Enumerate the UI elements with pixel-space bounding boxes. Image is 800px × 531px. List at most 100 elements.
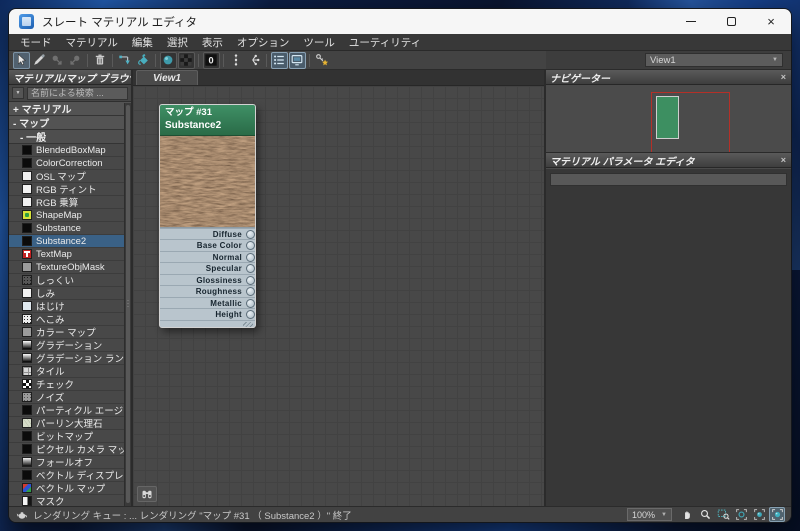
- browser-item-22[interactable]: ビットマップ: [9, 430, 124, 443]
- layout-all-vertical-button[interactable]: [228, 52, 245, 69]
- select-tool-button[interactable]: [12, 51, 30, 69]
- output-connector[interactable]: [246, 287, 255, 297]
- browser-item-26[interactable]: ベクトル マップ: [9, 482, 124, 495]
- browser-item-8[interactable]: TextMap: [9, 248, 124, 261]
- browser-item-20[interactable]: パーティクル エージ: [9, 404, 124, 417]
- output-connector[interactable]: [246, 298, 255, 308]
- browser-group-materials[interactable]: + マテリアル: [9, 102, 131, 116]
- substance2-map-node[interactable]: マップ #31 Substance2 Diffuse Base Color No…: [159, 104, 256, 328]
- output-connector[interactable]: [246, 275, 255, 285]
- search-input[interactable]: [27, 86, 128, 100]
- browser-item-15[interactable]: グラデーション: [9, 339, 124, 352]
- browser-item-11[interactable]: しみ: [9, 287, 124, 300]
- browser-item-13[interactable]: へこみ: [9, 313, 124, 326]
- menu-item-0[interactable]: モード: [13, 33, 59, 52]
- show-standard-map-in-viewport-button[interactable]: 0: [202, 51, 220, 69]
- close-button[interactable]: ×: [751, 9, 791, 34]
- browser-item-1[interactable]: ColorCorrection: [9, 157, 124, 170]
- output-connector[interactable]: [246, 241, 255, 251]
- browser-item-19[interactable]: ノイズ: [9, 391, 124, 404]
- pan-tool-button[interactable]: [679, 507, 695, 522]
- zoom-extents-all-button[interactable]: [769, 507, 785, 522]
- browser-item-16[interactable]: グラデーション ランプ: [9, 352, 124, 365]
- menu-item-6[interactable]: ツール: [296, 33, 342, 52]
- browser-item-27[interactable]: マスク: [9, 495, 124, 506]
- window-title: スレート マテリアル エディタ: [42, 16, 197, 29]
- zoom-level-dropdown[interactable]: 100% ▼: [627, 508, 672, 521]
- browser-item-9[interactable]: TextureObjMask: [9, 261, 124, 274]
- zoom-region-button[interactable]: [715, 507, 731, 522]
- browser-scrollbar[interactable]: [124, 103, 131, 506]
- parameter-editor-toggle-button[interactable]: [288, 51, 306, 69]
- browser-item-4[interactable]: RGB 乗算: [9, 196, 124, 209]
- zoom-extents-selected-button[interactable]: [751, 507, 767, 522]
- browser-group-general[interactable]: - 一般: [9, 130, 131, 144]
- show-background-button[interactable]: [177, 51, 195, 69]
- select-by-material-button[interactable]: [314, 52, 331, 69]
- browser-item-23[interactable]: ピクセル カメラ マップ: [9, 443, 124, 456]
- param-editor-close-icon[interactable]: ×: [780, 155, 787, 165]
- browser-item-17[interactable]: タイル: [9, 365, 124, 378]
- minimize-icon: [686, 21, 696, 22]
- node-output-slot: Glossiness: [160, 273, 255, 286]
- output-connector[interactable]: [246, 229, 255, 239]
- node-header[interactable]: マップ #31 Substance2: [160, 105, 255, 136]
- navigator-content[interactable]: [546, 85, 791, 153]
- browser-item-24[interactable]: フォールオフ: [9, 456, 124, 469]
- browser-item-6[interactable]: Substance: [9, 222, 124, 235]
- browser-item-12[interactable]: はじけ: [9, 300, 124, 313]
- browser-item-2[interactable]: OSL マップ: [9, 170, 124, 183]
- zoom-extents-button[interactable]: [733, 507, 749, 522]
- show-shaded-material-in-viewport-button[interactable]: [159, 51, 177, 69]
- layout-children-button[interactable]: [246, 52, 263, 69]
- browser-item-21[interactable]: パーリン大理石: [9, 417, 124, 430]
- move-children-button[interactable]: [117, 52, 134, 69]
- navigator-panel-header[interactable]: ナビゲーター ×: [546, 70, 791, 85]
- output-connector[interactable]: [246, 264, 255, 274]
- hide-unused-nodeslots-button[interactable]: [135, 52, 152, 69]
- slot-label: Metallic: [210, 298, 242, 308]
- output-connector[interactable]: [246, 252, 255, 262]
- title-bar[interactable]: スレート マテリアル エディタ ×: [9, 9, 791, 34]
- black-swatch-icon: [22, 158, 32, 168]
- browser-item-0[interactable]: BlendedBoxMap: [9, 144, 124, 157]
- browser-item-25[interactable]: ベクトル ディスプレイ ...: [9, 469, 124, 482]
- zoom-extents-selected-icon: [753, 508, 766, 521]
- gray-swatch-icon: [22, 262, 32, 272]
- find-node-button[interactable]: [137, 486, 157, 502]
- browser-item-label: カラー マップ: [36, 328, 96, 339]
- param-editor-panel-header[interactable]: マテリアル パラメータ エディタ ×: [546, 153, 791, 168]
- menu-item-3[interactable]: 選択: [160, 33, 195, 52]
- node-output-slot: Roughness: [160, 285, 255, 297]
- pick-material-from-object-button[interactable]: [31, 52, 48, 69]
- menu-item-2[interactable]: 編集: [125, 33, 160, 52]
- browser-group-maps[interactable]: - マップ: [9, 116, 131, 130]
- material-map-browser-toggle-button[interactable]: [270, 51, 288, 69]
- param-editor-empty-strip: [550, 173, 787, 186]
- browser-item-3[interactable]: RGB ティント: [9, 183, 124, 196]
- browser-item-7[interactable]: Substance2: [9, 235, 124, 248]
- menu-item-1[interactable]: マテリアル: [59, 33, 125, 52]
- navigator-close-icon[interactable]: ×: [780, 72, 787, 82]
- node-resize-grip[interactable]: [160, 319, 255, 327]
- zoom-tool-button[interactable]: [697, 507, 713, 522]
- browser-item-5[interactable]: ShapeMap: [9, 209, 124, 222]
- node-graph-canvas[interactable]: マップ #31 Substance2 Diffuse Base Color No…: [133, 86, 544, 506]
- view-selector-dropdown[interactable]: View1 ▼: [645, 53, 783, 67]
- browser-panel-header[interactable]: マテリアル/マップ ブラウザ ×: [9, 70, 131, 85]
- search-filter-button[interactable]: ▼: [12, 87, 24, 99]
- browser-scrollbar-thumb[interactable]: [126, 105, 130, 503]
- toolbar-separator: [87, 53, 88, 67]
- delete-selected-button[interactable]: [92, 52, 109, 69]
- menu-item-5[interactable]: オプション: [230, 33, 297, 52]
- menu-item-4[interactable]: 表示: [195, 33, 230, 52]
- minimize-button[interactable]: [671, 9, 711, 34]
- navigator-node-thumbnail[interactable]: [656, 96, 679, 139]
- output-connector[interactable]: [246, 310, 255, 320]
- browser-item-18[interactable]: チェック: [9, 378, 124, 391]
- browser-item-10[interactable]: しっくい: [9, 274, 124, 287]
- tab-view1[interactable]: View1: [136, 70, 198, 85]
- browser-item-14[interactable]: カラー マップ: [9, 326, 124, 339]
- maximize-button[interactable]: [711, 9, 751, 34]
- menu-item-7[interactable]: ユーティリティ: [342, 33, 428, 52]
